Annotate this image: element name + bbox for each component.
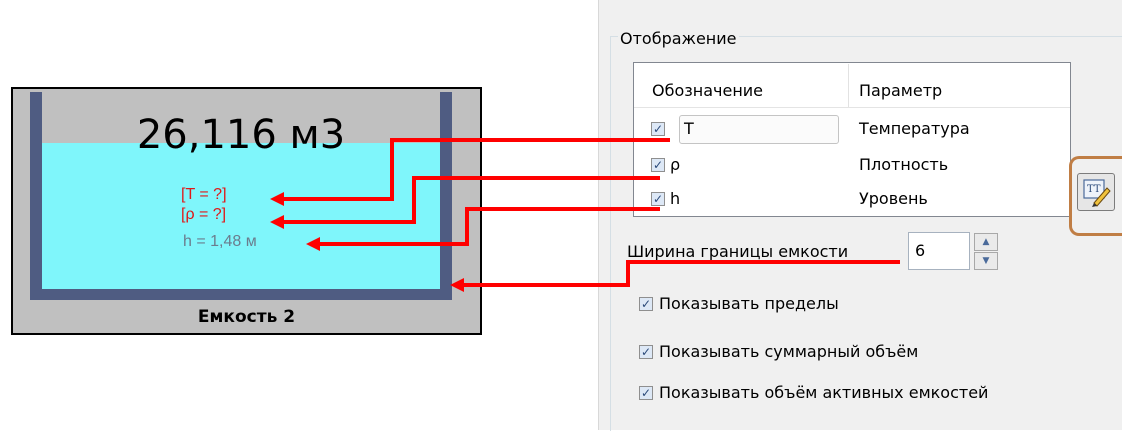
arrow-level: [318, 207, 660, 246]
arrow-temperature: [282, 138, 670, 201]
arrowhead-density: [270, 215, 284, 229]
annotation-arrows: [270, 138, 900, 292]
arrowhead-temperature: [270, 192, 284, 206]
arrowhead-level: [306, 237, 320, 251]
arrow-border-width: [462, 260, 900, 287]
arrowhead-border-width: [450, 278, 464, 292]
